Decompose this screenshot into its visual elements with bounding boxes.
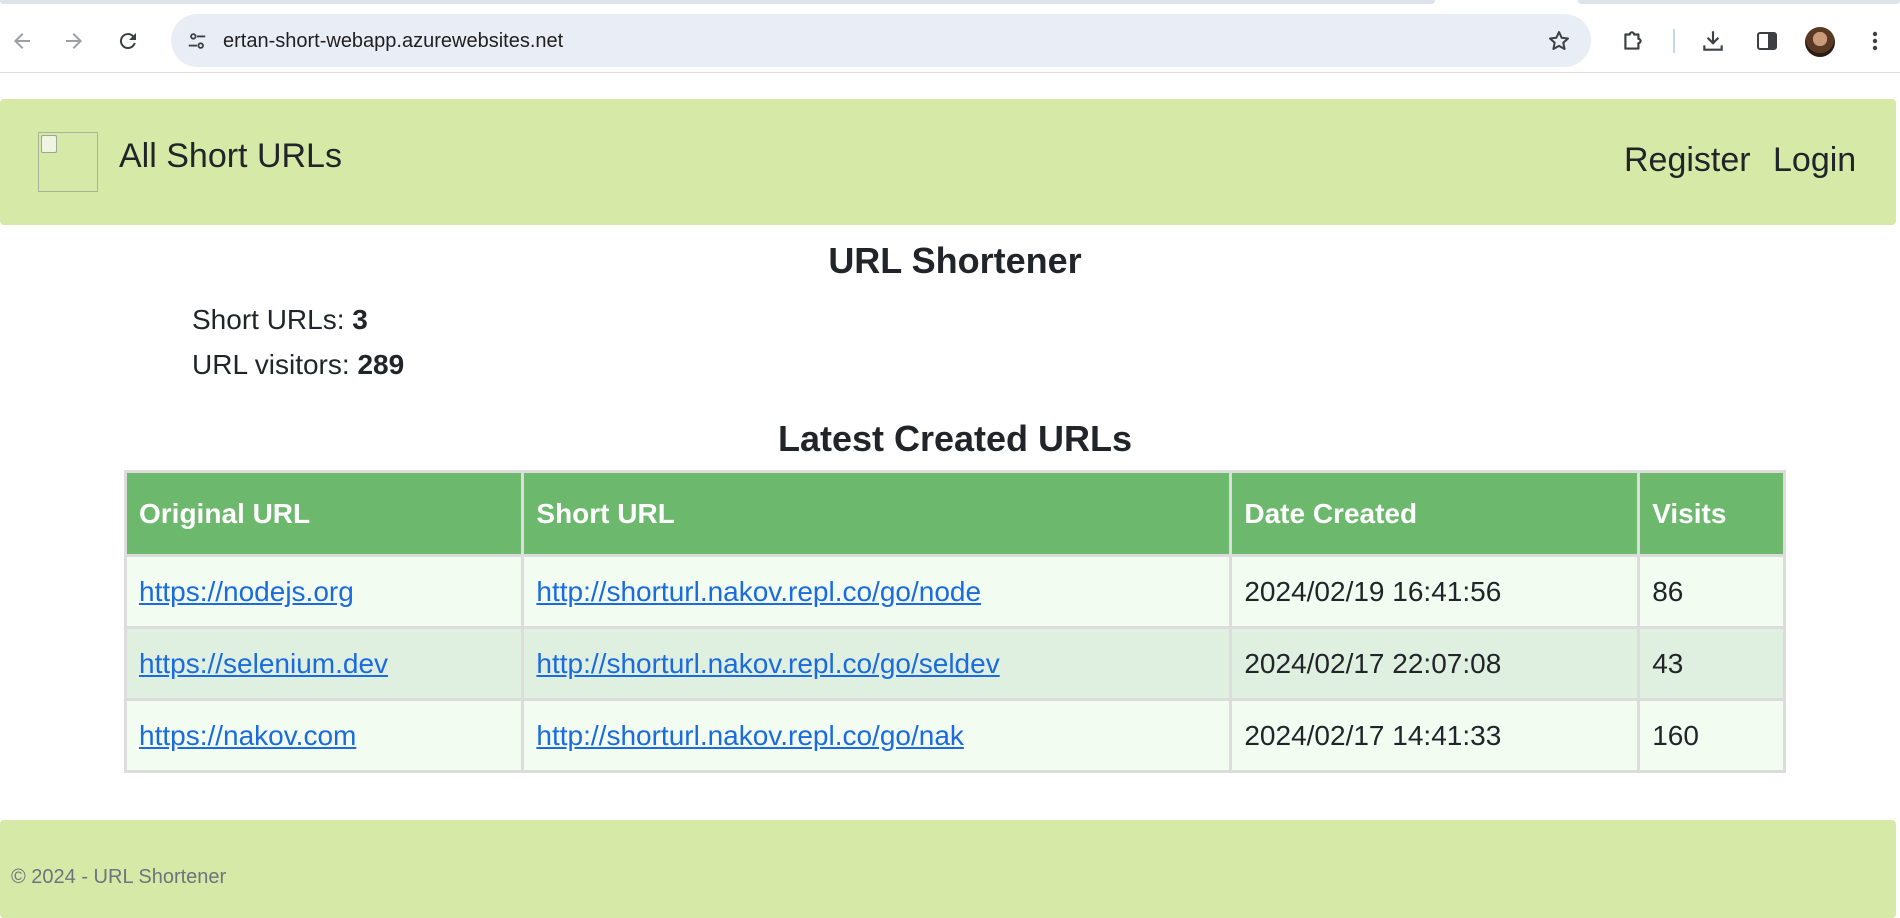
register-link[interactable]: Register xyxy=(1624,141,1751,180)
tab-edge[interactable] xyxy=(1578,0,1900,4)
short-url-link[interactable]: http://shorturl.nakov.repl.co/go/node xyxy=(536,576,981,607)
urls-table: Original URL Short URL Date Created Visi… xyxy=(123,470,1786,773)
forward-arrow-icon[interactable] xyxy=(54,21,94,61)
table-row: https://nodejs.org http://shorturl.nakov… xyxy=(123,554,1786,629)
short-url-link[interactable]: http://shorturl.nakov.repl.co/go/nak xyxy=(536,720,964,751)
table-header-row: Original URL Short URL Date Created Visi… xyxy=(123,470,1786,557)
column-header-date-created: Date Created xyxy=(1229,470,1641,557)
profile-avatar[interactable] xyxy=(1805,27,1835,57)
table-row: https://selenium.dev http://shorturl.nak… xyxy=(123,626,1786,701)
short-url-cell: http://shorturl.nakov.repl.co/go/node xyxy=(521,554,1233,629)
date-created-cell: 2024/02/17 14:41:33 xyxy=(1229,698,1641,773)
original-url-cell: https://nakov.com xyxy=(123,698,525,773)
original-url-link[interactable]: https://nakov.com xyxy=(139,720,356,751)
page-title: URL Shortener xyxy=(828,240,1082,281)
date-created-cell: 2024/02/19 16:41:56 xyxy=(1229,554,1641,629)
table-title: Latest Created URLs xyxy=(777,418,1133,459)
date-created-cell: 2024/02/17 22:07:08 xyxy=(1229,626,1641,701)
site-header: All Short URLs Register Login xyxy=(0,99,1896,225)
visits-cell: 160 xyxy=(1637,698,1786,773)
original-url-cell: https://selenium.dev xyxy=(123,626,525,701)
column-header-original-url: Original URL xyxy=(123,470,525,557)
short-url-cell: http://shorturl.nakov.repl.co/go/seldev xyxy=(521,626,1233,701)
active-tab-edge[interactable] xyxy=(0,0,1435,4)
bookmark-star-icon[interactable] xyxy=(1545,27,1573,55)
login-link[interactable]: Login xyxy=(1773,141,1856,180)
short-urls-stat: Short URLs: 3 xyxy=(192,304,368,336)
short-urls-label: Short URLs: xyxy=(192,304,345,335)
brand-link[interactable]: All Short URLs xyxy=(119,137,342,176)
original-url-link[interactable]: https://nodejs.org xyxy=(139,576,354,607)
logo-image[interactable] xyxy=(38,132,98,192)
visits-cell: 86 xyxy=(1637,554,1786,629)
short-urls-count: 3 xyxy=(352,304,368,335)
column-header-short-url: Short URL xyxy=(521,470,1233,557)
url-visitors-stat: URL visitors: 289 xyxy=(192,349,404,381)
site-footer: © 2024 - URL Shortener xyxy=(0,820,1896,918)
side-panel-icon[interactable] xyxy=(1750,24,1784,58)
url-visitors-label: URL visitors: xyxy=(192,349,350,380)
extensions-icon[interactable] xyxy=(1616,24,1650,58)
original-url-cell: https://nodejs.org xyxy=(123,554,525,629)
original-url-link[interactable]: https://selenium.dev xyxy=(139,648,388,679)
reload-icon[interactable] xyxy=(108,21,148,61)
back-arrow-icon[interactable] xyxy=(2,21,42,61)
toolbar-separator xyxy=(1673,29,1675,53)
table-row: https://nakov.com http://shorturl.nakov.… xyxy=(123,698,1786,773)
more-menu-icon[interactable] xyxy=(1858,24,1892,58)
site-settings-icon[interactable] xyxy=(183,27,211,55)
browser-toolbar: ertan-short-webapp.azurewebsites.net xyxy=(0,5,1900,73)
visits-cell: 43 xyxy=(1637,626,1786,701)
column-header-visits: Visits xyxy=(1637,470,1786,557)
address-url[interactable]: ertan-short-webapp.azurewebsites.net xyxy=(223,30,563,53)
url-visitors-count: 289 xyxy=(357,349,405,380)
footer-copyright: © 2024 - URL Shortener xyxy=(11,866,227,888)
address-bar[interactable]: ertan-short-webapp.azurewebsites.net xyxy=(171,14,1591,67)
short-url-cell: http://shorturl.nakov.repl.co/go/nak xyxy=(521,698,1233,773)
short-url-link[interactable]: http://shorturl.nakov.repl.co/go/seldev xyxy=(536,648,999,679)
download-icon[interactable] xyxy=(1696,24,1730,58)
